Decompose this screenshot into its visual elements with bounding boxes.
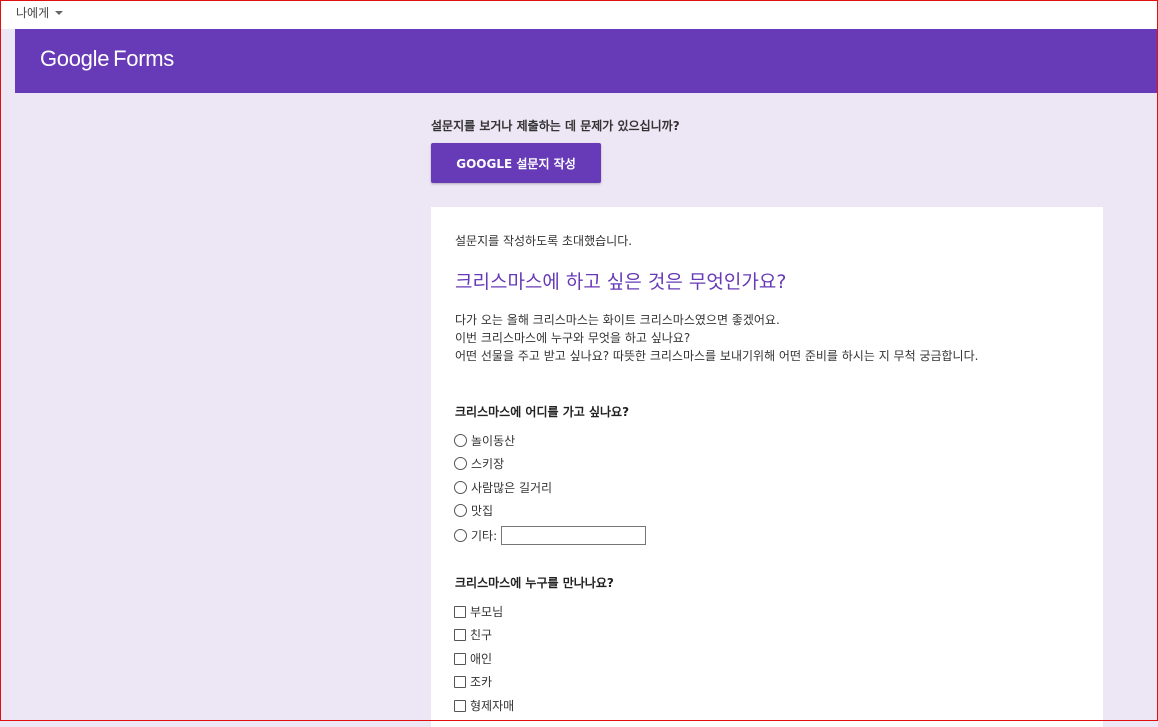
form-description: 다가 오는 올해 크리스마스는 화이트 크리스마스였으면 좋겠어요. 이번 크리…: [455, 311, 978, 365]
forms-header: Google Forms: [15, 29, 1157, 93]
question-title-where: 크리스마스에 어디를 가고 싶나요?: [455, 405, 630, 419]
invite-text: 설문지를 작성하도록 초대했습니다.: [455, 234, 633, 248]
description-line: 다가 오는 올해 크리스마스는 화이트 크리스마스였으면 좋겠어요.: [455, 313, 780, 327]
checkbox-option[interactable]: 형제자매: [454, 697, 514, 714]
radio-option[interactable]: 사람많은 길거리: [454, 479, 552, 496]
other-text-input[interactable]: [501, 526, 647, 545]
checkbox[interactable]: [454, 699, 466, 712]
checkbox-option-label: 조카: [470, 675, 493, 689]
radio-button[interactable]: [454, 457, 467, 470]
checkbox-option[interactable]: 조카: [454, 673, 492, 690]
checkbox[interactable]: [454, 605, 466, 618]
checkbox-option-label: 애인: [470, 652, 493, 666]
radio-option[interactable]: 맛집: [454, 502, 493, 519]
checkbox[interactable]: [454, 628, 466, 641]
checkbox[interactable]: [454, 675, 466, 688]
logo-google-text: Google: [40, 46, 110, 71]
checkbox-option[interactable]: 친구: [454, 626, 492, 643]
radio-button[interactable]: [454, 529, 467, 542]
radio-button[interactable]: [454, 434, 467, 447]
radio-button[interactable]: [454, 481, 467, 494]
radio-option-label: 맛집: [471, 504, 494, 518]
radio-option[interactable]: 스키장: [454, 455, 504, 472]
radio-option-label: 스키장: [471, 457, 505, 471]
checkbox[interactable]: [454, 652, 466, 665]
caret-down-icon: [55, 11, 64, 15]
checkbox-option-label: 형제자매: [470, 699, 515, 713]
other-label: 기타:: [471, 529, 498, 543]
recipient-dropdown[interactable]: 나에게: [16, 4, 64, 21]
checkbox-option[interactable]: 부모님: [454, 603, 503, 620]
question-title-who: 크리스마스에 누구를 만나나요?: [455, 576, 614, 590]
checkbox-option-label: 친구: [470, 628, 493, 642]
create-form-button[interactable]: GOOGLE 설문지 작성: [431, 143, 601, 183]
form-title: 크리스마스에 하고 싶은 것은 무엇인가요?: [455, 271, 787, 293]
checkbox-option-label: 부모님: [470, 605, 504, 619]
trouble-prompt: 설문지를 보거나 제출하는 데 문제가 있으십니까?: [431, 119, 680, 133]
google-forms-logo: Google Forms: [40, 46, 174, 72]
radio-option[interactable]: 놀이동산: [454, 432, 515, 449]
checkbox-option[interactable]: 애인: [454, 650, 492, 667]
radio-option-other[interactable]: 기타:: [454, 526, 647, 545]
account-strip: 나에게: [1, 1, 1157, 29]
radio-option-label: 사람많은 길거리: [471, 481, 553, 495]
recipient-label: 나에게: [16, 6, 50, 20]
radio-button[interactable]: [454, 504, 467, 517]
description-line: 어떤 선물을 주고 받고 싶나요? 따뜻한 크리스마스를 보내기위해 어떤 준비…: [455, 349, 979, 363]
logo-forms-text: Forms: [113, 46, 174, 71]
description-line: 이번 크리스마스에 누구와 무엇을 하고 싶나요?: [455, 331, 691, 345]
radio-option-label: 놀이동산: [471, 434, 516, 448]
form-card: 설문지를 작성하도록 초대했습니다. 크리스마스에 하고 싶은 것은 무엇인가요…: [431, 207, 1103, 727]
